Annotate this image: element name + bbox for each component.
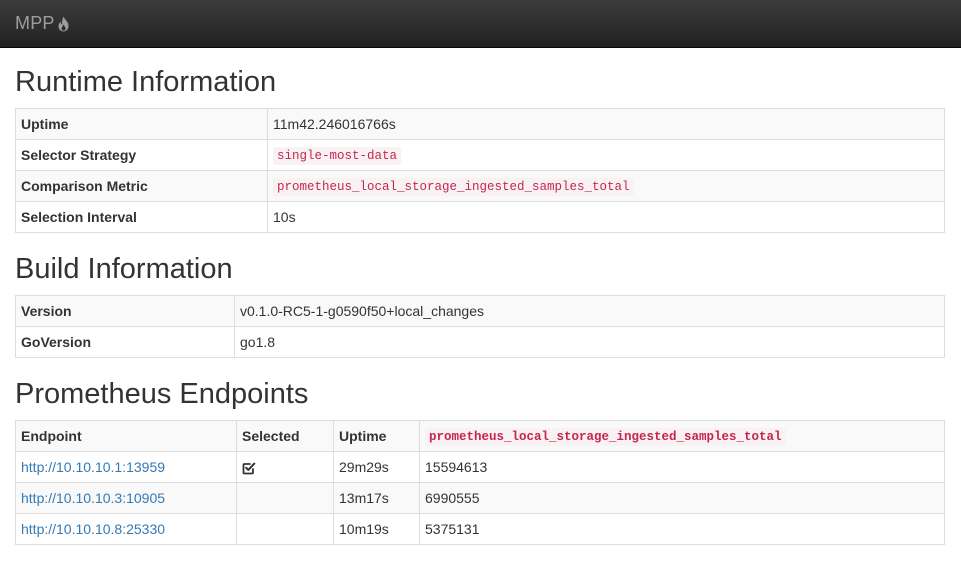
metric-header-cell: prometheus_local_storage_ingested_sample…: [419, 419, 945, 452]
table-row: Selector Strategy single-most-data: [15, 138, 945, 171]
version-label: Version: [15, 294, 235, 327]
version-value: v0.1.0-RC5-1-g0590f50+local_changes: [234, 294, 945, 327]
metric-value-cell: 15594613: [419, 450, 945, 483]
runtime-info-title: Runtime Information: [15, 66, 277, 98]
build-info-title: Build Information: [15, 252, 233, 285]
table-row: http://10.10.10.8:25330 10m19s 5375131: [15, 512, 945, 545]
table-header-row: Endpoint Selected Uptime prometheus_loca…: [15, 419, 945, 452]
selector-strategy-cell: single-most-data: [267, 138, 945, 171]
selected-cell: [236, 481, 334, 514]
goversion-value: go1.8: [234, 325, 945, 358]
selected-cell: [236, 450, 334, 483]
check-square-icon: [242, 461, 256, 475]
endpoint-cell: http://10.10.10.1:13959: [15, 450, 237, 483]
uptime-label: Uptime: [15, 107, 268, 140]
comparison-metric-value: prometheus_local_storage_ingested_sample…: [273, 178, 634, 197]
endpoint-cell: http://10.10.10.8:25330: [15, 512, 237, 545]
uptime-value: 11m42.246016766s: [267, 107, 945, 140]
selector-strategy-value: single-most-data: [273, 147, 402, 166]
selector-strategy-label: Selector Strategy: [15, 138, 268, 171]
build-info-table: Version v0.1.0-RC5-1-g0590f50+local_chan…: [15, 294, 945, 358]
comparison-metric-cell: prometheus_local_storage_ingested_sample…: [267, 169, 945, 202]
metric-value-cell: 6990555: [419, 481, 945, 514]
selection-interval-label: Selection Interval: [15, 200, 268, 233]
table-row: Comparison Metric prometheus_local_stora…: [15, 169, 945, 202]
brand-link[interactable]: MPP: [15, 13, 70, 34]
table-row: Uptime 11m42.246016766s: [15, 107, 945, 140]
selection-interval-value: 10s: [267, 200, 945, 233]
flame-icon: [57, 16, 70, 32]
runtime-info-table: Uptime 11m42.246016766s Selector Strateg…: [15, 107, 945, 233]
endpoint-link[interactable]: http://10.10.10.8:25330: [21, 521, 165, 537]
uptime-cell: 13m17s: [333, 481, 420, 514]
table-row: http://10.10.10.1:13959 29m29s 15594613: [15, 450, 945, 483]
table-row: Version v0.1.0-RC5-1-g0590f50+local_chan…: [15, 294, 945, 327]
selected-header: Selected: [236, 419, 334, 452]
uptime-cell: 29m29s: [333, 450, 420, 483]
comparison-metric-label: Comparison Metric: [15, 169, 268, 202]
endpoint-cell: http://10.10.10.3:10905: [15, 481, 237, 514]
uptime-header: Uptime: [333, 419, 420, 452]
endpoint-header: Endpoint: [15, 419, 237, 452]
endpoint-link[interactable]: http://10.10.10.3:10905: [21, 490, 165, 506]
table-row: http://10.10.10.3:10905 13m17s 6990555: [15, 481, 945, 514]
endpoints-table: Endpoint Selected Uptime prometheus_loca…: [15, 419, 945, 545]
table-row: GoVersion go1.8: [15, 325, 945, 358]
selected-cell: [236, 512, 334, 545]
main-content: Runtime Information Uptime 11m42.2460167…: [0, 66, 961, 545]
brand-name: MPP: [15, 13, 55, 33]
table-row: Selection Interval 10s: [15, 200, 945, 233]
endpoints-title: Prometheus Endpoints: [15, 377, 309, 410]
metric-value-cell: 5375131: [419, 512, 945, 545]
uptime-cell: 10m19s: [333, 512, 420, 545]
endpoint-link[interactable]: http://10.10.10.1:13959: [21, 459, 165, 475]
metric-header: prometheus_local_storage_ingested_sample…: [425, 428, 786, 447]
navbar: MPP: [0, 0, 961, 48]
goversion-label: GoVersion: [15, 325, 235, 358]
